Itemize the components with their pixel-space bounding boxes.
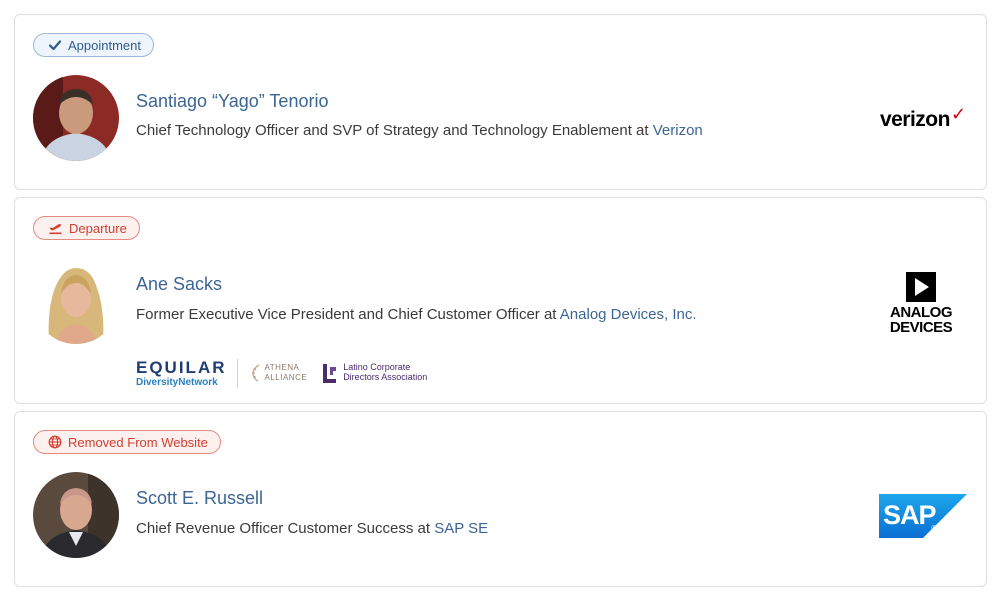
athena-text: ATHENA (264, 363, 300, 373)
change-card[interactable]: Appointment Santiago “Yago” Tenorio Chie… (14, 14, 987, 190)
person-title: Chief Revenue Officer Customer Success a… (136, 520, 488, 537)
person-name[interactable]: Santiago “Yago” Tenorio (136, 91, 328, 112)
equilar-diversity-network-logo[interactable]: EQUILAR DiversityNetwork (136, 357, 238, 388)
sap-text: SAP (883, 500, 937, 530)
company-link[interactable]: Verizon (653, 122, 703, 139)
avatar[interactable] (33, 472, 119, 558)
title-text: Former Executive Vice President and Chie… (136, 306, 560, 323)
company-link[interactable]: Analog Devices, Inc. (560, 306, 697, 323)
analog-devices-mark-icon (906, 271, 936, 302)
badge-label: Departure (69, 220, 127, 236)
plane-departure-icon (49, 224, 62, 235)
latino-corporate-directors-logo[interactable]: Latino Corporate Directors Association (321, 362, 427, 384)
change-card[interactable]: Removed From Website Scott E. Russell Ch… (14, 411, 987, 587)
avatar[interactable] (33, 258, 119, 344)
person-title: Chief Technology Officer and SVP of Stra… (136, 122, 703, 139)
title-text: Chief Technology Officer and SVP of Stra… (136, 122, 653, 139)
check-icon (48, 40, 62, 51)
registered-mark: ® (931, 524, 937, 533)
athena-alliance-logo[interactable]: ATHENA ALLIANCE (238, 363, 322, 383)
athena-laurel-icon (251, 364, 259, 382)
latino-text-line2: Directors Association (343, 372, 428, 382)
equilar-text: EQUILAR (136, 357, 227, 377)
diversity-network-text: DiversityNetwork (136, 376, 218, 388)
company-link[interactable]: SAP SE (434, 520, 488, 537)
departure-badge: Departure (33, 216, 140, 240)
badge-label: Appointment (68, 37, 141, 53)
person-title: Former Executive Vice President and Chie… (136, 306, 697, 323)
organization-logos: EQUILAR DiversityNetwork ATHENA ALLIANCE… (136, 358, 427, 388)
logo-text: verizon (879, 108, 951, 131)
person-name[interactable]: Scott E. Russell (136, 488, 263, 509)
appointment-badge: Appointment (33, 33, 154, 57)
verizon-check-mark: ✓ (950, 103, 967, 124)
sap-logo: SAP ® (879, 494, 967, 538)
title-text: Chief Revenue Officer Customer Success a… (136, 520, 435, 537)
avatar[interactable] (33, 75, 119, 161)
removed-from-website-badge: Removed From Website (33, 430, 221, 454)
logo-line2: DEVICES (889, 318, 953, 336)
analog-devices-logo: ANALOG DEVICES (885, 270, 957, 336)
logo-line1: ANALOG (890, 303, 953, 321)
person-name[interactable]: Ane Sacks (136, 274, 222, 295)
lcda-mark-icon (323, 364, 337, 383)
globe-icon (48, 435, 62, 449)
alliance-text: ALLIANCE (264, 373, 308, 382)
change-card[interactable]: Departure Ane Sacks Former Executive Vic… (14, 197, 987, 404)
verizon-logo: verizon ✓ (877, 103, 969, 133)
badge-label: Removed From Website (68, 434, 208, 450)
